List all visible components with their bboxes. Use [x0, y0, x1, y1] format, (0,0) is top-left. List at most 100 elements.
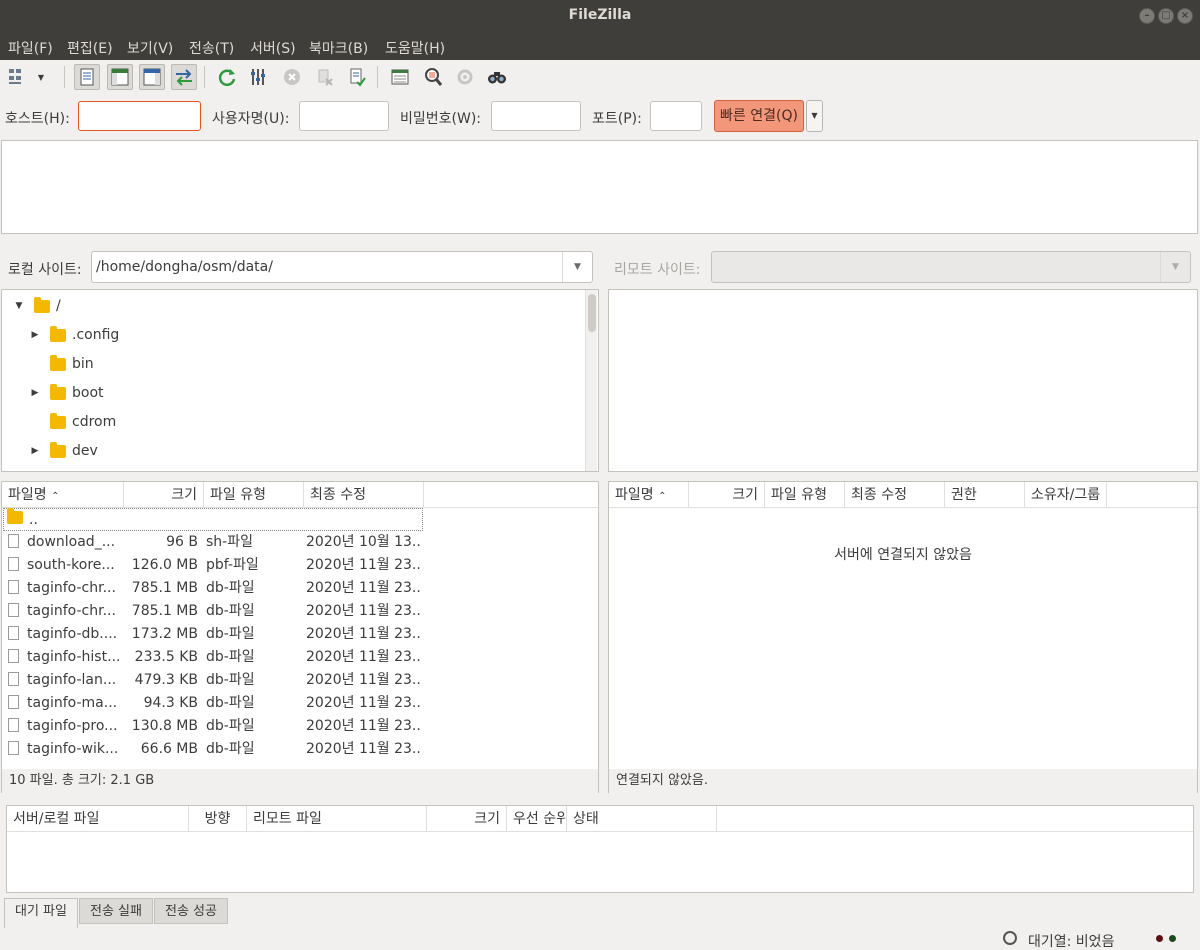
list-item[interactable]: taginfo-db.... 173.2 MB db-파일 2020년 11월 23.…	[2, 623, 598, 646]
local-file-list[interactable]: 파일명 ⌃ 크기 파일 유형 최종 수정 .. download_... 96 B…	[1, 481, 599, 793]
list-item[interactable]: taginfo-hist... 233.5 KB db-파일 2020년 11월 23…	[2, 646, 598, 669]
port-input[interactable]	[650, 101, 702, 131]
disconnect-icon[interactable]	[312, 64, 338, 90]
username-input[interactable]	[299, 101, 389, 131]
quickconnect-button[interactable]: 빠른 연결(Q)	[714, 100, 804, 132]
scrollbar-thumb[interactable]	[588, 294, 596, 332]
directory-listing-filter-icon[interactable]	[387, 64, 413, 90]
directory-comparison-icon[interactable]	[420, 64, 446, 90]
tree-expander-icon[interactable]: ▶	[28, 330, 42, 340]
list-item[interactable]: taginfo-wik... 66.6 MB db-파일 2020년 11월 23..…	[2, 738, 598, 761]
col-header-remote-file[interactable]: 리모트 파일	[247, 806, 427, 832]
process-queue-icon[interactable]	[246, 64, 272, 90]
file-type: db-파일	[206, 603, 255, 619]
remote-file-list[interactable]: 파일명 ⌃ 크기 파일 유형 최종 수정 권한 소유자/그룹 서버에 연결되지 …	[608, 481, 1198, 793]
menu-server[interactable]: 서버(S)	[250, 38, 296, 58]
file-icon	[8, 600, 24, 623]
col-header-permissions[interactable]: 권한	[945, 482, 1025, 508]
file-type: db-파일	[206, 718, 255, 734]
file-icon	[8, 577, 24, 600]
window-title: FileZilla	[568, 7, 632, 23]
file-name: taginfo-ma...	[27, 695, 118, 711]
tree-expander-icon[interactable]: ▶	[28, 388, 42, 398]
message-log[interactable]	[1, 140, 1198, 234]
file-modified: 2020년 11월 23...	[306, 626, 422, 642]
synchronized-browsing-icon[interactable]	[452, 64, 478, 90]
local-path-value: /home/dongha/osm/data/	[96, 259, 273, 275]
col-header-server-local-file[interactable]: 서버/로컬 파일	[7, 806, 189, 832]
transfer-queue[interactable]: 서버/로컬 파일 방향 리모트 파일 크기 우선 순위 상태	[6, 805, 1194, 893]
menu-view[interactable]: 보기(V)	[127, 38, 173, 58]
local-tree[interactable]: ▼ / ▶ .config bin ▶ boot cdrom ▶ dev	[1, 289, 599, 472]
list-item[interactable]: taginfo-ma... 94.3 KB db-파일 2020년 11월 23...	[2, 692, 598, 715]
reconnect-icon[interactable]	[344, 64, 370, 90]
local-tree-toggle-icon[interactable]	[107, 64, 133, 90]
list-item[interactable]: taginfo-pro... 130.8 MB db-파일 2020년 11월 23.…	[2, 715, 598, 738]
minimize-button[interactable]: –	[1139, 8, 1155, 24]
tree-item-label: boot	[72, 385, 104, 401]
remote-list-header: 파일명 ⌃ 크기 파일 유형 최종 수정 권한 소유자/그룹	[609, 482, 1197, 508]
list-item-parent-dir[interactable]: ..	[3, 508, 423, 531]
tree-item-label: dev	[72, 443, 98, 459]
file-icon	[8, 715, 24, 738]
col-header-modified[interactable]: 최종 수정	[845, 482, 945, 508]
col-header-direction[interactable]: 방향	[189, 806, 247, 832]
menu-edit[interactable]: 편집(E)	[67, 38, 113, 58]
col-header-priority[interactable]: 우선 순위	[507, 806, 567, 832]
tree-item[interactable]: ▶ dev	[28, 437, 98, 465]
remote-tree-toggle-icon[interactable]	[139, 64, 165, 90]
tab-failed-transfers[interactable]: 전송 실패	[79, 898, 153, 924]
file-icon	[8, 692, 24, 715]
password-input[interactable]	[491, 101, 581, 131]
col-header-owner-group[interactable]: 소유자/그룹	[1025, 482, 1107, 508]
list-item[interactable]: south-kore... 126.0 MB pbf-파일 2020년 11월 23.…	[2, 554, 598, 577]
file-size: 126.0 MB	[131, 557, 198, 573]
quickconnect-history-dropdown[interactable]: ▼	[806, 100, 823, 132]
cancel-operation-icon[interactable]	[279, 64, 305, 90]
tree-item[interactable]: cdrom	[28, 408, 116, 436]
col-header-filename[interactable]: 파일명 ⌃	[609, 482, 689, 508]
col-header-filetype[interactable]: 파일 유형	[204, 482, 304, 508]
tab-queued-files[interactable]: 대기 파일	[4, 898, 78, 928]
list-item[interactable]: taginfo-chr... 785.1 MB db-파일 2020년 11월 23.…	[2, 577, 598, 600]
refresh-icon[interactable]	[214, 64, 240, 90]
message-log-toggle-icon[interactable]	[74, 64, 100, 90]
site-manager-dropdown-icon[interactable]: ▼	[33, 64, 49, 90]
col-header-size[interactable]: 크기	[124, 482, 204, 508]
tree-item[interactable]: ▼ /	[12, 292, 61, 320]
menu-file[interactable]: 파일(F)	[8, 38, 53, 58]
remote-tree[interactable]	[608, 289, 1198, 472]
col-header-filename[interactable]: 파일명 ⌃	[2, 482, 124, 508]
menu-help[interactable]: 도움말(H)	[385, 38, 445, 58]
site-manager-icon[interactable]	[4, 64, 30, 90]
col-header-status[interactable]: 상태	[567, 806, 717, 832]
col-header-modified[interactable]: 최종 수정	[304, 482, 424, 508]
search-files-icon[interactable]	[484, 64, 510, 90]
menu-bookmarks[interactable]: 북마크(B)	[309, 38, 368, 58]
file-icon	[8, 623, 24, 646]
list-item[interactable]: taginfo-lan... 479.3 KB db-파일 2020년 11월 23.…	[2, 669, 598, 692]
maximize-button[interactable]: □	[1158, 8, 1174, 24]
tree-expander-icon[interactable]: ▼	[12, 301, 26, 311]
list-item[interactable]: download_... 96 B sh-파일 2020년 10월 13...	[2, 531, 598, 554]
menu-transfer[interactable]: 전송(T)	[189, 38, 234, 58]
transfer-queue-toggle-icon[interactable]	[171, 64, 197, 90]
close-button[interactable]: ×	[1177, 8, 1193, 24]
tree-item[interactable]: ▶ .config	[28, 321, 119, 349]
col-header-filetype[interactable]: 파일 유형	[765, 482, 845, 508]
col-header-size[interactable]: 크기	[427, 806, 507, 832]
col-header-size[interactable]: 크기	[689, 482, 765, 508]
tree-expander-icon[interactable]: ▶	[28, 446, 42, 456]
file-type: db-파일	[206, 649, 255, 665]
chevron-down-icon[interactable]: ▼	[562, 252, 592, 282]
local-tree-scrollbar[interactable]	[585, 290, 597, 471]
receive-indicator-icon	[1156, 935, 1163, 942]
speed-limit-icon[interactable]	[1003, 931, 1017, 945]
tree-item[interactable]: bin	[28, 350, 94, 378]
folder-icon	[50, 441, 66, 458]
list-item[interactable]: taginfo-chr... 785.1 MB db-파일 2020년 11월 23.…	[2, 600, 598, 623]
tab-successful-transfers[interactable]: 전송 성공	[154, 898, 228, 924]
local-path-combo[interactable]: /home/dongha/osm/data/ ▼	[91, 251, 593, 283]
tree-item[interactable]: ▶ boot	[28, 379, 104, 407]
host-input[interactable]	[78, 101, 201, 131]
